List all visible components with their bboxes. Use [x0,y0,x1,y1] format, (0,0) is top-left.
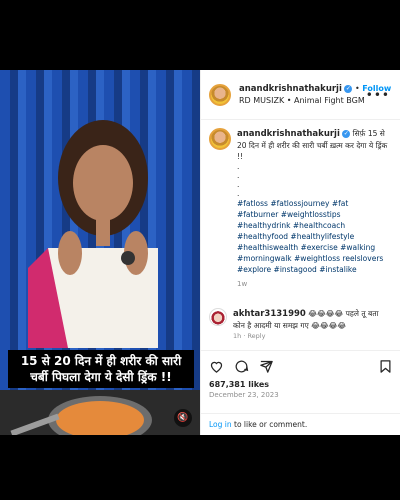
post-caption: anandkrishnathakurji ✓ सिर्फ़ 15 से 20 द… [201,120,400,298]
heart-icon[interactable] [209,359,224,374]
post-date: December 23, 2023 [209,391,279,399]
video-player[interactable]: 15 से 20 दिन में ही शरीर की सारी चर्बी प… [0,70,200,435]
speaker-muted-icon[interactable]: 🔇 [174,409,192,427]
login-link[interactable]: Log in [209,420,232,429]
caption-avatar[interactable] [209,128,231,150]
verified-icon: ✓ [344,84,353,93]
verified-icon: ✓ [342,130,351,138]
login-prompt-text: to like or comment. [231,420,308,429]
comment-item: akhtar3131990 😂😂😂😂 पहले तू बता कोन है आद… [201,308,400,342]
caption-time: 1w [237,280,248,288]
commenter-username[interactable]: akhtar3131990 [233,309,306,319]
bookmark-icon[interactable] [378,359,393,374]
likes-count[interactable]: 687,381 likes [209,380,393,389]
presenter-figure [28,120,158,348]
caption-dots: . . . . [237,162,240,198]
action-bar: 687,381 likes December 23, 2023 [201,350,400,405]
hashtags[interactable]: #fatloss #fatlossjourney #fat #fatburner… [237,198,392,275]
comment-meta[interactable]: 1h · Reply [233,331,392,342]
post-card: 15 से 20 दिन में ही शरीर की सारी चर्बी प… [0,70,400,435]
separator-dot: • [354,84,360,93]
comment-icon[interactable] [234,359,249,374]
post-sidebar: anandkrishnathakurji ✓ • Follow RD MUSIZ… [200,70,400,435]
caption-username[interactable]: anandkrishnathakurji [237,129,340,139]
author-avatar[interactable] [209,83,231,106]
share-icon[interactable] [259,359,274,374]
author-username[interactable]: anandkrishnathakurji [239,84,342,94]
more-options-icon[interactable]: ••• [366,88,390,102]
login-prompt: Log in to like or comment. [201,413,400,435]
post-header: anandkrishnathakurji ✓ • Follow RD MUSIZ… [201,70,400,120]
cooking-pan [0,390,200,435]
commenter-avatar[interactable] [209,308,227,326]
video-overlay-text: 15 से 20 दिन में ही शरीर की सारी चर्बी प… [8,350,194,388]
